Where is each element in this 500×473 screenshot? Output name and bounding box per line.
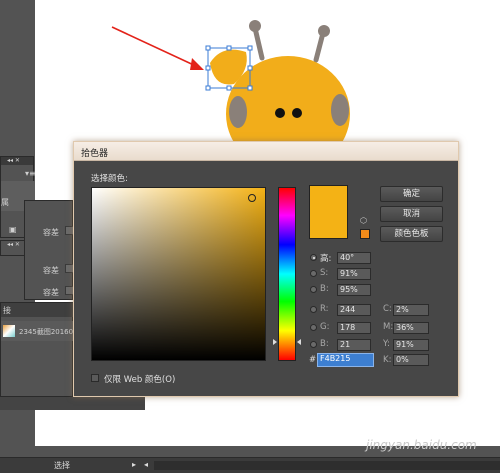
hue-slider-right-arrow[interactable] [297,339,301,345]
annotation-arrow [111,26,204,70]
tolerance-label-2: 容差 [43,266,59,275]
radio-g[interactable] [310,324,317,331]
hex-input[interactable]: F4B215 [317,353,374,367]
label-s: S: [320,268,329,278]
web-safe-swatch[interactable] [360,229,370,239]
label-h: 高: [320,254,332,264]
input-m[interactable]: 36% [393,322,429,334]
tolerance-label-3: 容差 [43,288,59,297]
radio-b-blue[interactable] [310,341,317,348]
scroll-left-icon[interactable]: ◂ [144,460,148,469]
web-only-checkbox[interactable] [91,374,99,382]
status-tool-label: 选择 [54,461,70,470]
color-picker-dialog: 拾色器 选择颜色: ⬡ 确定 取消 颜色色板 高: 40° S: 91% B: … [73,141,459,397]
panel-footer [0,396,145,410]
hex-prefix: # [309,355,317,365]
color-swatches-button[interactable]: 颜色色板 [380,226,443,242]
input-b-blue[interactable]: 21 [337,339,371,351]
label-r: R: [320,304,329,314]
input-c[interactable]: 2% [393,304,429,316]
input-g[interactable]: 178 [337,322,371,334]
watermark: jingyan.baidu.com [366,438,477,452]
image-thumbnail [3,325,15,337]
panel-icon[interactable]: ▣ [9,225,17,234]
panel-menu-icon[interactable]: ▾≡ [25,169,36,178]
giraffe-horns [249,20,330,63]
label-b-blue: B: [320,339,329,349]
label-m: M: [383,322,394,332]
radio-b[interactable] [310,286,317,293]
horizontal-scrollbar[interactable] [154,461,500,470]
label-b: B: [320,284,329,294]
hue-slider[interactable] [278,187,296,361]
radio-h[interactable] [310,254,317,261]
panel-collapse-icon[interactable]: ◂◂ ✕ [7,157,20,164]
links-tab[interactable]: 接 [3,305,11,316]
status-bar: 选择 ▸ ◂ [0,457,500,473]
giraffe-right-ear [331,94,349,126]
links-panel-header [1,303,74,317]
input-r[interactable]: 244 [337,304,371,316]
label-y: Y: [383,339,390,349]
giraffe-right-eye [292,108,302,118]
tolerance-label: 容差 [43,228,59,237]
giraffe-left-eye [275,108,285,118]
label-k: K: [383,355,392,365]
label-c: C: [383,304,392,314]
links-panel: 接 2345截图201600 [0,302,78,410]
tolerance-panel: 容差 容差 容差 [24,200,74,300]
web-only-label: 仅限 Web 颜色(O) [104,375,176,385]
cancel-button[interactable]: 取消 [380,206,443,222]
linked-file-name: 2345截图201600 [19,328,78,336]
new-color-swatch [309,185,348,239]
input-y[interactable]: 91% [393,339,429,351]
color-picker-cursor[interactable] [248,194,256,202]
select-color-label: 选择颜色: [91,174,128,184]
input-h[interactable]: 40° [337,252,371,264]
dialog-title-bar[interactable]: 拾色器 [74,142,458,161]
input-k[interactable]: 0% [393,354,429,366]
input-s[interactable]: 91% [337,268,371,280]
saturation-brightness-field[interactable] [91,187,266,361]
dialog-title: 拾色器 [81,149,109,159]
label-g: G: [320,322,330,332]
radio-r[interactable] [310,306,317,313]
input-b[interactable]: 95% [337,284,371,296]
panel-collapse-icon-2[interactable]: ◂◂ ✕ [7,241,20,248]
panel-text-fragment: 属 [1,198,9,207]
radio-s[interactable] [310,270,317,277]
cube-icon[interactable]: ⬡ [360,216,367,225]
ok-button[interactable]: 确定 [380,186,443,202]
giraffe-left-ear [229,96,247,128]
hue-slider-left-arrow[interactable] [273,339,277,345]
status-arrow-icon[interactable]: ▸ [132,460,136,469]
